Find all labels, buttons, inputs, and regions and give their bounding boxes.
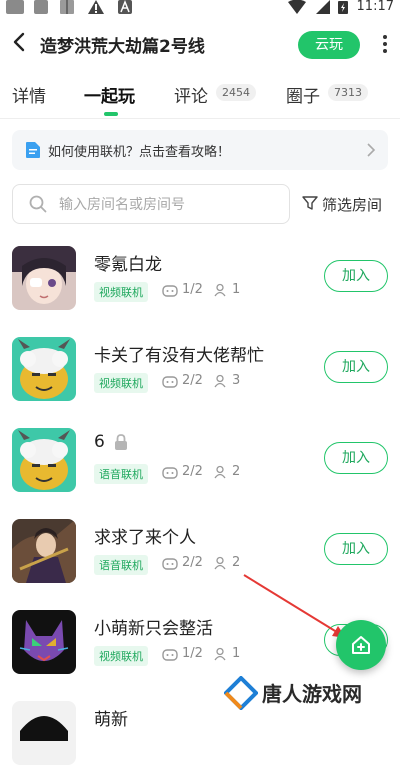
filter-icon <box>302 196 318 210</box>
wifi-icon <box>288 0 306 14</box>
players-count: 2/2 <box>182 464 203 479</box>
gamepad-icon <box>162 649 178 661</box>
room-avatar <box>12 337 76 401</box>
viewers-count: 2 <box>232 555 241 570</box>
comments-count-badge: 2454 <box>216 84 256 101</box>
room-type-tag: 语音联机 <box>94 464 148 484</box>
active-tab-indicator <box>104 112 118 116</box>
chevron-right-icon <box>367 143 376 157</box>
viewers-icon <box>214 374 226 388</box>
signal-icon <box>316 0 330 14</box>
viewers-count: 2 <box>232 464 241 479</box>
viewers-icon <box>214 465 226 479</box>
circle-count-badge: 7313 <box>328 84 368 101</box>
viewers-count: 1 <box>232 646 241 661</box>
tab-comments[interactable]: 评论 <box>174 82 208 107</box>
watermark-text: 唐人游戏网 <box>262 682 362 706</box>
room-search-input[interactable] <box>57 193 281 217</box>
gamepad-icon <box>162 285 178 297</box>
room-list-item[interactable]: 卡关了有没有大佬帮忙 视频联机 2/2 3 加入 <box>0 331 400 415</box>
warrior-avatar-icon <box>12 519 76 583</box>
gamepad-icon <box>162 558 178 570</box>
room-search-box <box>12 184 290 224</box>
viewers-icon <box>214 283 226 297</box>
room-name: 6 <box>94 432 105 452</box>
join-button[interactable]: 加入 <box>324 442 388 474</box>
gamepad-icon <box>162 376 178 388</box>
room-avatar <box>12 610 76 674</box>
tab-details[interactable]: 详情 <box>12 82 46 107</box>
players-count: 1/2 <box>182 282 203 297</box>
room-name: 卡关了有没有大佬帮忙 <box>94 346 264 366</box>
search-icon <box>29 195 47 213</box>
room-avatar <box>12 246 76 310</box>
guide-tip-banner[interactable]: 如何使用联机？点击查看攻略！ <box>12 130 388 170</box>
warning-icon <box>88 0 104 14</box>
tab-divider <box>0 118 400 119</box>
status-bar: 11:17 <box>0 0 400 18</box>
join-button[interactable]: 加入 <box>324 260 388 292</box>
cloud-play-button[interactable]: 云玩 <box>298 31 360 59</box>
viewers-icon <box>214 556 226 570</box>
players-count: 2/2 <box>182 373 203 388</box>
tab-circle[interactable]: 圈子 <box>286 82 320 107</box>
watermark: 唐人游戏网 <box>222 672 400 716</box>
monster-avatar-icon <box>12 428 76 492</box>
players-count: 1/2 <box>182 646 203 661</box>
back-arrow-icon[interactable] <box>8 30 32 54</box>
tab-bar: 详情 一起玩 评论 2454 圈子 7313 <box>0 74 400 116</box>
room-type-tag: 视频联机 <box>94 373 148 393</box>
room-name: 萌新 <box>94 710 128 730</box>
anime-girl-avatar-icon <box>12 246 76 310</box>
room-list-item[interactable]: 零氪白龙 视频联机 1/2 1 加入 <box>0 240 400 324</box>
room-avatar <box>12 519 76 583</box>
cat-avatar-icon <box>12 610 76 674</box>
room-avatar <box>12 428 76 492</box>
viewers-count: 3 <box>232 373 241 388</box>
room-type-tag: 视频联机 <box>94 282 148 302</box>
players-count: 2/2 <box>182 555 203 570</box>
room-name: 零氪白龙 <box>94 255 162 275</box>
tab-play-together[interactable]: 一起玩 <box>84 82 135 107</box>
notification-icon <box>34 0 48 14</box>
app-notification-icon <box>6 0 24 14</box>
monster-avatar-icon <box>12 337 76 401</box>
room-list-item[interactable]: 求求了来个人 语音联机 2/2 2 加入 <box>0 513 400 597</box>
home-add-icon <box>352 636 370 654</box>
room-name: 小萌新只会整活 <box>94 619 213 639</box>
filter-rooms-label: 筛选房间 <box>322 196 383 214</box>
book-icon <box>60 0 74 14</box>
viewers-icon <box>214 647 226 661</box>
room-avatar <box>12 701 76 765</box>
document-icon <box>26 142 40 158</box>
join-button[interactable]: 加入 <box>324 351 388 383</box>
battery-icon <box>338 1 348 14</box>
room-name: 求求了来个人 <box>94 528 196 548</box>
lock-icon <box>115 434 127 450</box>
room-list-item[interactable]: 6 语音联机 2/2 2 加入 <box>0 422 400 506</box>
status-time: 11:17 <box>356 0 394 14</box>
filter-rooms-button[interactable]: 筛选房间 <box>300 192 392 216</box>
guide-tip-text: 如何使用联机？点击查看攻略！ <box>48 145 231 160</box>
join-button[interactable]: 加入 <box>324 533 388 565</box>
page-title: 造梦洪荒大劫篇2号线 <box>40 37 205 57</box>
room-type-tag: 语音联机 <box>94 555 148 575</box>
room-type-tag: 视频联机 <box>94 646 148 666</box>
user-avatar-icon <box>12 701 76 765</box>
a-icon <box>118 0 132 14</box>
gamepad-icon <box>162 467 178 479</box>
title-bar: 造梦洪荒大劫篇2号线 云玩 <box>0 22 400 66</box>
more-options-icon[interactable] <box>376 32 394 56</box>
watermark-logo-icon <box>224 676 258 710</box>
viewers-count: 1 <box>232 282 241 297</box>
create-room-button[interactable] <box>336 620 386 670</box>
